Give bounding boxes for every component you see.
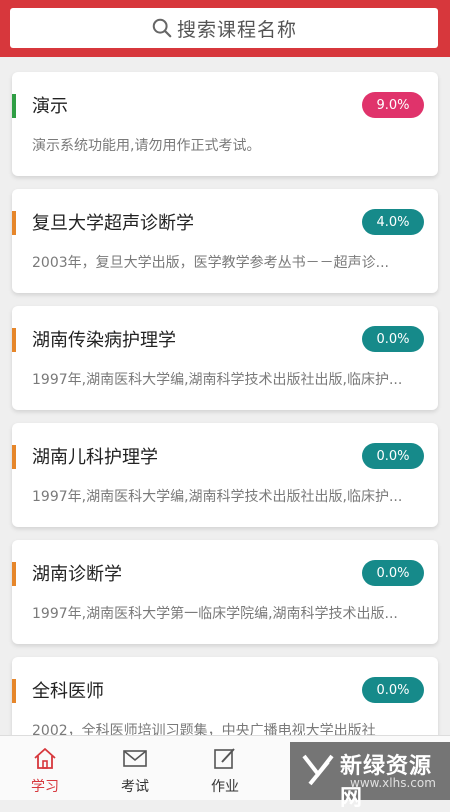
accent-bar <box>12 445 16 469</box>
tab-label: 学习 <box>31 779 59 795</box>
watermark-logo-icon <box>302 754 334 786</box>
course-title: 演示 <box>32 96 68 117</box>
accent-bar <box>12 328 16 352</box>
course-title: 全科医师 <box>32 681 104 702</box>
course-card[interactable]: 复旦大学超声诊断学 4.0% 2003年，复旦大学出版，医学教学参考丛书－－超声… <box>12 189 438 293</box>
search-input[interactable]: 搜索课程名称 <box>10 8 438 48</box>
accent-bar <box>12 94 16 118</box>
mail-icon <box>123 750 147 767</box>
progress-badge: 0.0% <box>362 443 424 469</box>
accent-bar <box>12 562 16 586</box>
progress-badge: 0.0% <box>362 560 424 586</box>
home-icon <box>34 748 56 769</box>
watermark-url: www.xlhs.com <box>350 776 436 790</box>
course-title: 湖南传染病护理学 <box>32 330 176 351</box>
progress-badge: 0.0% <box>362 326 424 352</box>
course-card[interactable]: 湖南诊断学 0.0% 1997年,湖南医科大学第一临床学院编,湖南科学技术出版.… <box>12 540 438 644</box>
edit-icon <box>214 748 235 769</box>
tab-label: 作业 <box>211 779 239 795</box>
course-description: 1997年,湖南医科大学编,湖南科学技术出版社出版,临床护... <box>32 489 403 505</box>
course-card[interactable]: 演示 9.0% 演示系统功能用,请勿用作正式考试。 <box>12 72 438 176</box>
course-description: 2002，全科医师培训习题集，中央广播电视大学出版社 <box>32 723 376 735</box>
course-title: 湖南儿科护理学 <box>32 447 158 468</box>
course-description: 演示系统功能用,请勿用作正式考试。 <box>32 138 261 154</box>
course-description: 1997年,湖南医科大学第一临床学院编,湖南科学技术出版... <box>32 606 398 622</box>
search-icon <box>152 18 172 38</box>
tab-label: 考试 <box>121 779 149 795</box>
course-title: 复旦大学超声诊断学 <box>32 213 194 234</box>
progress-badge: 0.0% <box>362 677 424 703</box>
progress-badge: 9.0% <box>362 92 424 118</box>
course-card[interactable]: 全科医师 0.0% 2002，全科医师培训习题集，中央广播电视大学出版社 <box>12 657 438 735</box>
tab-study[interactable]: 学习 <box>0 736 90 801</box>
course-description: 2003年，复旦大学出版，医学教学参考丛书－－超声诊... <box>32 255 389 271</box>
progress-badge: 4.0% <box>362 209 424 235</box>
tab-homework[interactable]: 作业 <box>180 736 270 801</box>
course-description: 1997年,湖南医科大学编,湖南科学技术出版社出版,临床护... <box>32 372 403 388</box>
course-card[interactable]: 湖南传染病护理学 0.0% 1997年,湖南医科大学编,湖南科学技术出版社出版,… <box>12 306 438 410</box>
course-list[interactable]: 演示 9.0% 演示系统功能用,请勿用作正式考试。 复旦大学超声诊断学 4.0%… <box>0 57 450 735</box>
tab-exam[interactable]: 考试 <box>90 736 180 801</box>
search-placeholder: 搜索课程名称 <box>176 18 297 41</box>
course-card[interactable]: 湖南儿科护理学 0.0% 1997年,湖南医科大学编,湖南科学技术出版社出版,临… <box>12 423 438 527</box>
watermark-overlay: 新绿资源网 www.xlhs.com <box>290 742 450 811</box>
accent-bar <box>12 679 16 703</box>
accent-bar <box>12 211 16 235</box>
header-bar: 搜索课程名称 <box>0 0 450 57</box>
course-title: 湖南诊断学 <box>32 564 122 585</box>
